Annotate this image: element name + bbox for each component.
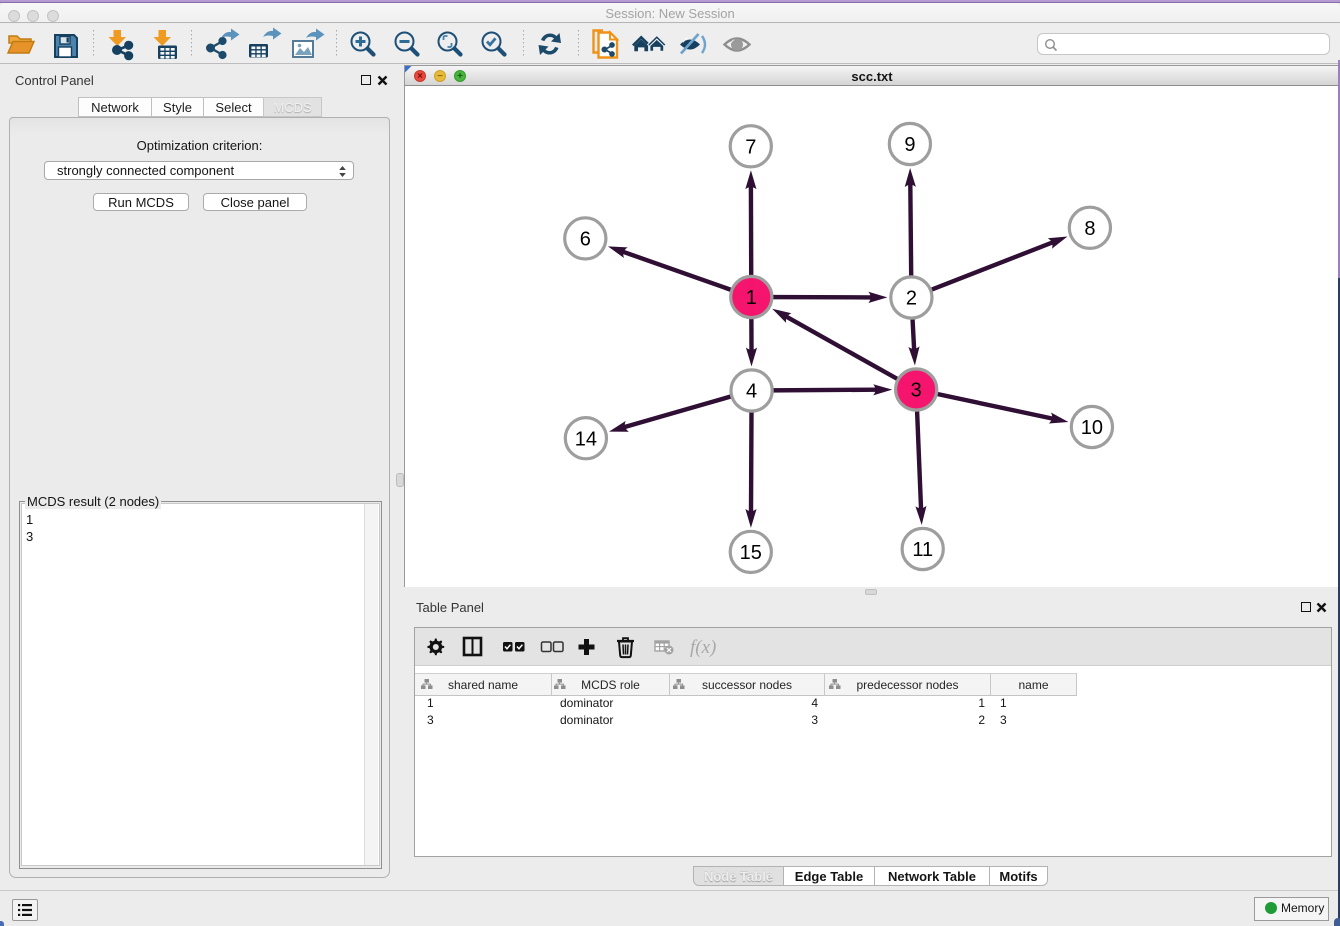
svg-text:6: 6 [580,229,591,251]
svg-text:9: 9 [904,134,915,156]
svg-text:7: 7 [745,137,756,159]
svg-text:1: 1 [746,287,757,309]
svg-text:4: 4 [746,381,757,403]
svg-text:3: 3 [911,380,922,402]
svg-text:2: 2 [906,288,917,310]
svg-text:14: 14 [575,428,597,450]
svg-text:f(x): f(x) [690,637,716,658]
svg-text:15: 15 [740,542,762,564]
svg-text:10: 10 [1081,417,1103,439]
svg-text:8: 8 [1084,218,1095,240]
svg-text:11: 11 [912,539,933,561]
